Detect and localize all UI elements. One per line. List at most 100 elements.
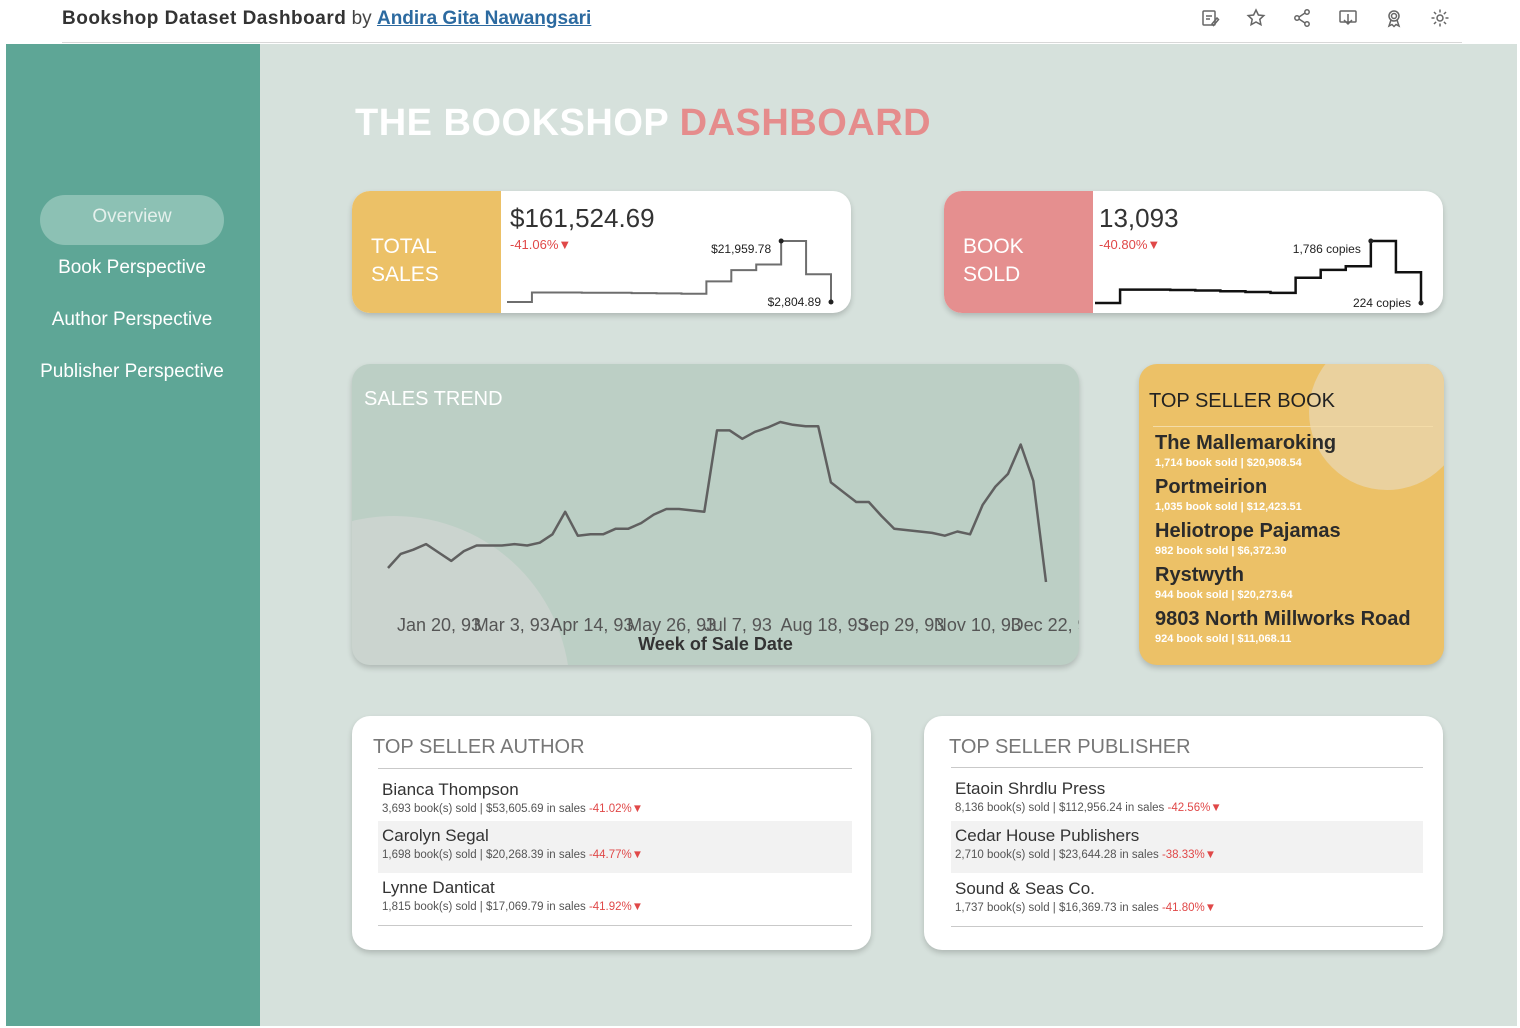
top-seller-publisher-card[interactable]: TOP SELLER PUBLISHER Etaoin Shrdlu Press… xyxy=(924,716,1443,950)
header-divider xyxy=(62,42,1462,43)
x-tick-label: Apr 14, 93 xyxy=(550,615,633,635)
x-tick-label: Jan 20, 93 xyxy=(397,615,481,635)
book-item: The Mallemaroking 1,714 book sold | $20,… xyxy=(1155,432,1336,469)
sparkline-path xyxy=(1095,239,1423,305)
peak-label: $21,959.78 xyxy=(711,242,771,256)
total-sales-label-line2: SALES xyxy=(371,263,439,286)
total-sales-label-line1: TOTAL xyxy=(371,235,437,258)
book-sold-label-line2: SOLD xyxy=(963,263,1021,286)
list-item[interactable]: Carolyn Segal 1,698 book(s) sold | $20,2… xyxy=(378,821,852,873)
author-name: Carolyn Segal xyxy=(382,826,489,845)
share-icon[interactable] xyxy=(1292,8,1312,30)
publisher-detail: 8,136 book(s) sold | $112,956.24 in sale… xyxy=(955,802,1165,814)
book-item: Heliotrope Pajamas 982 book sold | $6,37… xyxy=(1155,520,1341,557)
sidebar: Overview Book Perspective Author Perspec… xyxy=(6,44,260,1026)
book-name: Heliotrope Pajamas xyxy=(1155,520,1341,542)
author-name: Bianca Thompson xyxy=(382,780,519,799)
top-bar: Bookshop Dataset Dashboard by Andira Git… xyxy=(0,0,1520,44)
publisher-detail: 2,710 book(s) sold | $23,644.28 in sales xyxy=(955,849,1159,861)
x-tick-label: Sep 29, 93 xyxy=(857,615,944,635)
top-seller-author-card[interactable]: TOP SELLER AUTHOR Bianca Thompson 3,693 … xyxy=(352,716,871,950)
book-sold-card[interactable]: BOOK SOLD 13,093 -40.80%▼ 1,786 copies 22… xyxy=(944,191,1443,313)
publisher-name: Sound & Seas Co. xyxy=(955,879,1095,898)
book-sold-label-line1: BOOK xyxy=(963,235,1024,258)
book-name: The Mallemaroking xyxy=(1155,432,1337,454)
toolbar-icons xyxy=(1200,8,1450,30)
top-seller-publisher-title: TOP SELLER PUBLISHER xyxy=(949,736,1191,758)
author-detail: 3,693 book(s) sold | $53,605.69 in sales xyxy=(382,803,586,815)
author-name: Lynne Danticat xyxy=(382,878,495,897)
x-tick-label: Aug 18, 93 xyxy=(781,615,868,635)
star-icon[interactable] xyxy=(1246,8,1266,30)
book-detail: 944 book sold | $20,273.64 xyxy=(1155,589,1293,601)
book-item: 9803 North Millworks Road 924 book sold … xyxy=(1155,608,1411,645)
last-marker xyxy=(828,299,834,305)
divider xyxy=(378,768,852,769)
main-canvas: THE BOOKSHOP DASHBOARD TOTAL SALES $161,… xyxy=(260,44,1517,1026)
divider xyxy=(951,926,1423,927)
top-seller-author-title: TOP SELLER AUTHOR xyxy=(373,736,585,758)
book-detail: 924 book sold | $11,068.11 xyxy=(1155,633,1292,645)
total-sales-sparkline: $21,959.78 $2,804.89 xyxy=(507,238,834,309)
list-item[interactable]: Cedar House Publishers 2,710 book(s) sol… xyxy=(951,821,1423,873)
download-icon[interactable] xyxy=(1338,8,1358,30)
divider xyxy=(1153,426,1433,427)
divider xyxy=(378,925,852,926)
nav-overview[interactable]: Overview xyxy=(40,195,224,245)
top-seller-book-card[interactable]: TOP SELLER BOOK The Mallemaroking 1,714 … xyxy=(1139,364,1444,665)
x-tick-label: Nov 10, 93 xyxy=(934,615,1021,635)
x-tick-label: Jul 7, 93 xyxy=(704,615,772,635)
author-change: -44.77%▼ xyxy=(588,849,644,861)
peak-marker xyxy=(1368,238,1374,244)
dashboard-name: Bookshop Dataset Dashboard xyxy=(62,8,347,29)
book-name: Rystwyth xyxy=(1155,564,1244,586)
book-sold-sparkline: 1,786 copies 224 copies xyxy=(1095,238,1424,310)
book-detail: 1,035 book sold | $12,423.51 xyxy=(1155,501,1302,513)
list-item[interactable]: Lynne Danticat 1,815 book(s) sold | $17,… xyxy=(378,873,852,925)
by-text: by xyxy=(351,8,372,29)
x-tick-label: Mar 3, 93 xyxy=(474,615,550,635)
x-tick-label: May 26, 93 xyxy=(627,615,716,635)
title-part-2: DASHBOARD xyxy=(679,102,932,144)
last-label: $2,804.89 xyxy=(768,295,822,309)
book-name: Portmeirion xyxy=(1155,476,1268,498)
sparkline-path xyxy=(507,240,832,303)
dashboard-title: Bookshop Dataset Dashboard by Andira Git… xyxy=(62,8,591,30)
nav-author-perspective[interactable]: Author Perspective xyxy=(40,309,224,331)
sales-trend-chart: Jan 20, 93Mar 3, 93 Apr 14, 93May 26, 93J… xyxy=(387,420,1079,635)
book-detail: 982 book sold | $6,372.30 xyxy=(1155,545,1287,557)
x-axis-title: Week of Sale Date xyxy=(638,634,793,654)
author-change: -41.02%▼ xyxy=(588,803,644,815)
gear-icon[interactable] xyxy=(1430,8,1450,30)
book-name: 9803 North Millworks Road xyxy=(1155,608,1411,630)
edit-icon[interactable] xyxy=(1200,8,1220,30)
total-sales-card[interactable]: TOTAL SALES $161,524.69 -41.06%▼ $21,959… xyxy=(352,191,851,313)
publisher-name: Cedar House Publishers xyxy=(955,826,1140,845)
page-title: THE BOOKSHOP DASHBOARD xyxy=(355,102,931,145)
divider xyxy=(951,767,1423,768)
title-part-1: THE BOOKSHOP xyxy=(355,102,669,144)
top-seller-book-title: TOP SELLER BOOK xyxy=(1149,390,1336,412)
publisher-change: -42.56%▼ xyxy=(1167,802,1222,814)
author-detail: 1,815 book(s) sold | $17,069.79 in sales xyxy=(382,901,586,913)
author-link[interactable]: Andira Gita Nawangsari xyxy=(377,8,591,29)
peak-label: 1,786 copies xyxy=(1293,242,1361,256)
list-item[interactable]: Sound & Seas Co. 1,737 book(s) sold | $1… xyxy=(951,874,1423,926)
trend-line xyxy=(387,420,1048,583)
book-item: Portmeirion 1,035 book sold | $12,423.51 xyxy=(1155,476,1302,513)
publisher-change: -38.33%▼ xyxy=(1161,849,1217,861)
last-marker xyxy=(1418,300,1424,306)
decor-circle xyxy=(1309,364,1444,490)
publisher-detail: 1,737 book(s) sold | $16,369.73 in sales xyxy=(955,902,1159,914)
sales-trend-card[interactable]: SALES TREND Jan 20, 93 Mar 3, 93 Apr 14, 9… xyxy=(352,364,1079,665)
book-item: Rystwyth 944 book sold | $20,273.64 xyxy=(1155,564,1293,601)
nav-book-perspective[interactable]: Book Perspective xyxy=(40,257,224,279)
award-icon[interactable] xyxy=(1384,8,1404,30)
author-detail: 1,698 book(s) sold | $20,268.39 in sales xyxy=(382,849,586,861)
last-label: 224 copies xyxy=(1353,296,1411,310)
nav-publisher-perspective[interactable]: Publisher Perspective xyxy=(26,361,238,383)
list-item[interactable]: Bianca Thompson 3,693 book(s) sold | $53… xyxy=(378,775,852,827)
publisher-change: -41.80%▼ xyxy=(1161,902,1217,914)
total-sales-label: TOTAL SALES xyxy=(352,191,501,313)
list-item[interactable]: Etaoin Shrdlu Press 8,136 book(s) sold |… xyxy=(951,774,1423,826)
